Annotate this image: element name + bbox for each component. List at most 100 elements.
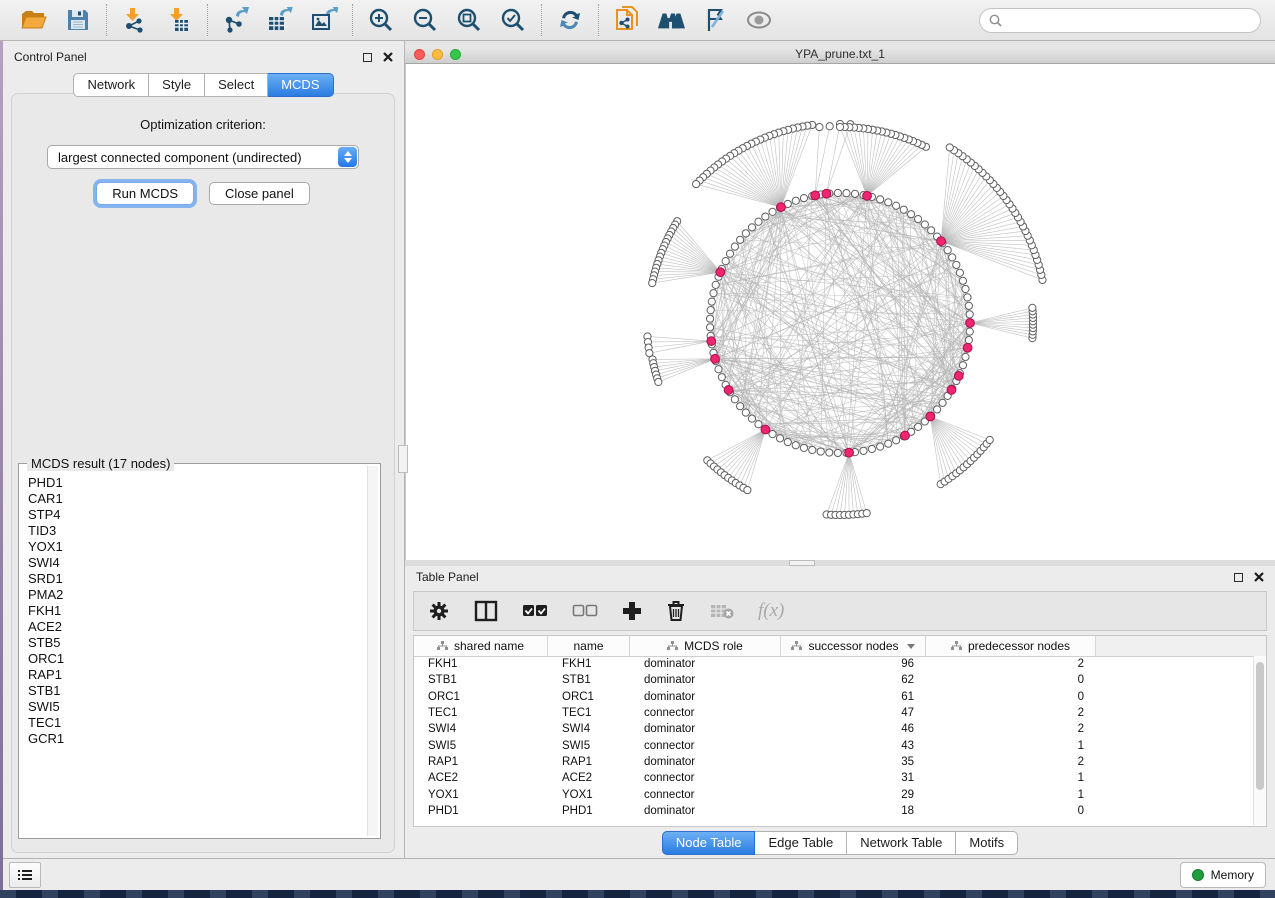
mcds-result-item[interactable]: CAR1: [28, 491, 366, 507]
column-header-shared-name[interactable]: shared name: [414, 636, 548, 656]
horizontal-splitter[interactable]: [405, 560, 1275, 566]
horizontal-splitter-handle[interactable]: [789, 560, 815, 566]
import-network-icon[interactable]: [121, 6, 149, 34]
tab-motifs[interactable]: Motifs: [956, 831, 1018, 855]
table-row[interactable]: RAP1RAP1dominator352: [414, 754, 1254, 770]
table-row[interactable]: ORC1ORC1dominator610: [414, 689, 1254, 705]
table-row[interactable]: ACE2ACE2connector311: [414, 770, 1254, 786]
minimize-window-icon[interactable]: [432, 49, 443, 60]
mcds-result-item[interactable]: SWI4: [28, 555, 366, 571]
function-builder-label: f(x): [758, 600, 784, 622]
desktop-bottom-strip: [0, 890, 1275, 898]
column-header-predecessor-nodes[interactable]: predecessor nodes: [926, 636, 1096, 656]
tab-style[interactable]: Style: [149, 73, 205, 97]
open-file-icon[interactable]: [20, 6, 48, 34]
column-header-name[interactable]: name: [548, 636, 630, 656]
table-row[interactable]: SWI5SWI5connector431: [414, 737, 1254, 753]
tab-network[interactable]: Network: [73, 73, 149, 97]
binoculars-icon[interactable]: [657, 6, 685, 34]
table-cell: YOX1: [414, 789, 548, 801]
mcds-result-item[interactable]: PHD1: [28, 475, 366, 491]
mcds-result-item[interactable]: SRD1: [28, 571, 366, 587]
task-history-button[interactable]: [9, 862, 41, 888]
refresh-icon[interactable]: [556, 6, 584, 34]
function-builder-icon[interactable]: f(x): [758, 599, 784, 623]
mcds-result-item[interactable]: YOX1: [28, 539, 366, 555]
maximize-window-icon[interactable]: [450, 49, 461, 60]
gear-icon[interactable]: [428, 599, 450, 623]
table-cell: SWI5: [548, 740, 630, 752]
import-table-icon[interactable]: [165, 6, 193, 34]
table-row[interactable]: YOX1YOX1connector291: [414, 786, 1254, 802]
network-graph[interactable]: [406, 64, 1275, 561]
mcds-result-item[interactable]: GCR1: [28, 731, 366, 747]
table-row[interactable]: STB1STB1dominator620: [414, 672, 1254, 688]
mcds-result-item[interactable]: TEC1: [28, 715, 366, 731]
column-header-successor-nodes[interactable]: successor nodes: [781, 636, 926, 656]
zoom-out-icon[interactable]: [411, 6, 439, 34]
table-cell: SWI4: [548, 723, 630, 735]
delete-column-icon[interactable]: [666, 599, 686, 623]
zoom-fit-icon[interactable]: [455, 6, 483, 34]
save-session-icon[interactable]: [64, 6, 92, 34]
destroy-table-icon[interactable]: [710, 599, 734, 623]
dropdown-stepper-icon: [338, 147, 357, 167]
table-tabs: Node TableEdge TableNetwork TableMotifs: [405, 827, 1275, 858]
memory-button[interactable]: Memory: [1180, 862, 1266, 888]
add-column-icon[interactable]: [622, 599, 642, 623]
search-input[interactable]: [1008, 12, 1251, 28]
zoom-selected-icon[interactable]: [499, 6, 527, 34]
table-panel-title: Table Panel: [416, 570, 479, 584]
vertical-splitter-handle[interactable]: [398, 445, 408, 473]
float-panel-icon[interactable]: [363, 53, 372, 62]
select-all-icon[interactable]: [522, 599, 548, 623]
mcds-result-item[interactable]: ORC1: [28, 651, 366, 667]
network-document-icon[interactable]: [613, 6, 641, 34]
mcds-result-list[interactable]: PHD1CAR1STP4TID3YOX1SWI4SRD1PMA2FKH1ACE2…: [22, 467, 366, 835]
table-row[interactable]: FKH1FKH1dominator962: [414, 656, 1254, 672]
mcds-result-item[interactable]: RAP1: [28, 667, 366, 683]
table-scrollbar-thumb[interactable]: [1256, 662, 1264, 790]
export-network-icon[interactable]: [222, 6, 250, 34]
table-cell: SWI5: [414, 740, 548, 752]
network-canvas[interactable]: [405, 64, 1275, 566]
export-image-icon[interactable]: [310, 6, 338, 34]
eye-icon[interactable]: [745, 6, 773, 34]
table-cell: RAP1: [548, 756, 630, 768]
mcds-result-item[interactable]: FKH1: [28, 603, 366, 619]
float-panel-icon[interactable]: [1234, 573, 1243, 582]
tab-mcds[interactable]: MCDS: [268, 73, 333, 97]
export-table-icon[interactable]: [266, 6, 294, 34]
zoom-in-icon[interactable]: [367, 6, 395, 34]
close-panel-icon[interactable]: [383, 52, 393, 62]
table-scrollbar[interactable]: [1253, 656, 1266, 826]
main-toolbar: [0, 0, 1275, 41]
tab-node-table[interactable]: Node Table: [662, 831, 756, 855]
criterion-dropdown[interactable]: largest connected component (undirected): [47, 145, 359, 169]
close-panel-button[interactable]: Close panel: [209, 182, 310, 205]
tab-select[interactable]: Select: [205, 73, 268, 97]
columns-icon[interactable]: [474, 599, 498, 623]
mcds-result-item[interactable]: TID3: [28, 523, 366, 539]
table-row[interactable]: SWI4SWI4dominator462: [414, 721, 1254, 737]
close-window-icon[interactable]: [414, 49, 425, 60]
deselect-all-icon[interactable]: [572, 599, 598, 623]
tab-network-table[interactable]: Network Table: [847, 831, 956, 855]
status-bar: Memory: [0, 858, 1275, 890]
mcds-result-item[interactable]: STB5: [28, 635, 366, 651]
mcds-result-item[interactable]: PMA2: [28, 587, 366, 603]
mcds-result-item[interactable]: SWI5: [28, 699, 366, 715]
mcds-list-scrollbar[interactable]: [367, 466, 378, 836]
mcds-result-item[interactable]: STP4: [28, 507, 366, 523]
close-panel-icon[interactable]: [1254, 572, 1264, 582]
table-cell: YOX1: [548, 789, 630, 801]
tab-edge-table[interactable]: Edge Table: [755, 831, 847, 855]
mcds-result-item[interactable]: STB1: [28, 683, 366, 699]
main-area: Control Panel NetworkStyleSelectMCDS Opt…: [3, 41, 1275, 858]
run-mcds-button[interactable]: Run MCDS: [96, 182, 194, 205]
table-row[interactable]: TEC1TEC1connector472: [414, 705, 1254, 721]
column-header-mcds-role[interactable]: MCDS role: [630, 636, 781, 656]
table-row[interactable]: PHD1PHD1dominator180: [414, 803, 1254, 819]
mcds-result-item[interactable]: ACE2: [28, 619, 366, 635]
hide-labels-icon[interactable]: [701, 6, 729, 34]
